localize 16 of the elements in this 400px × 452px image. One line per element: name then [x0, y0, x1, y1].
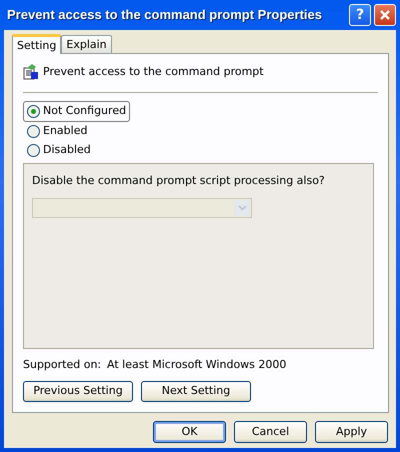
dialog-button[interactable]: Cancel [234, 421, 307, 443]
dialog-button[interactable]: OK [153, 421, 226, 443]
tab[interactable]: Setting [12, 34, 62, 54]
radio-option[interactable]: Enabled [23, 122, 92, 140]
radio-option[interactable]: Disabled [23, 140, 95, 160]
supported-value: At least Microsoft Windows 2000 [107, 356, 286, 372]
radio-option[interactable]: Not Configured [23, 100, 130, 122]
dialog-button[interactable]: Apply [315, 421, 388, 443]
policy-title: Prevent access to the command prompt [43, 64, 264, 80]
option-label: Disable the command prompt script processing also? [32, 172, 326, 188]
nav-button[interactable]: Next Setting [141, 381, 251, 402]
help-button[interactable]: ? [349, 4, 371, 26]
tab[interactable]: Explain [61, 35, 112, 53]
supported-label: Supported on: [23, 356, 102, 372]
window-title: Prevent access to the command prompt Properties [7, 6, 323, 24]
nav-button[interactable]: Previous Setting [23, 381, 133, 402]
